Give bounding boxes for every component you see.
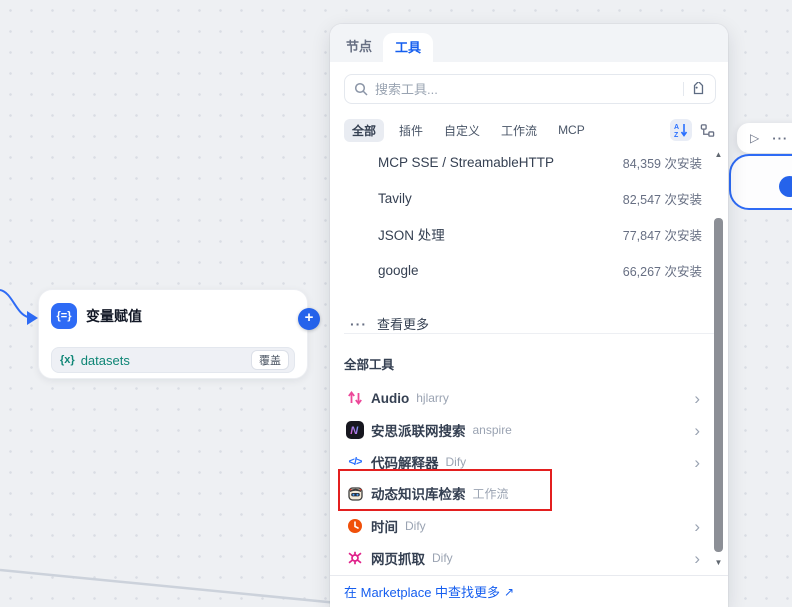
tool-item-code-interpreter[interactable]: </> 代码解释器 Dify › — [330, 448, 710, 476]
variable-name: datasets — [81, 353, 245, 368]
workflow-canvas[interactable]: {=} 变量赋值 + {x} datasets 覆盖 ▷ ··· 节点 工具 — [0, 0, 792, 607]
filter-mcp[interactable]: MCP — [556, 120, 587, 140]
trending-item[interactable]: google 66,267 次安装 — [330, 258, 702, 282]
chevron-right-icon: › — [694, 454, 700, 471]
filter-workflow[interactable]: 工作流 — [499, 119, 539, 142]
show-more-label: 查看更多 — [377, 314, 429, 333]
more-icon[interactable]: ··· — [772, 131, 788, 146]
panel-footer: 在 Marketplace 中查找更多 ↗ — [330, 575, 728, 607]
chevron-right-icon: › — [694, 550, 700, 567]
filter-row: 全部 插件 自定义 工作流 MCP A Z — [344, 118, 718, 142]
tool-item-time[interactable]: 时间 Dify › — [330, 512, 710, 540]
ellipsis-icon: ··· — [350, 316, 367, 332]
trending-name: JSON 处理 — [378, 224, 623, 244]
trending-name: Tavily — [378, 191, 623, 206]
tool-item-anspire[interactable]: N 安思派联网搜索 anspire › — [330, 416, 710, 444]
search-icon — [354, 82, 368, 96]
node-title: 变量赋值 — [86, 306, 142, 326]
filter-custom[interactable]: 自定义 — [442, 119, 482, 142]
tool-name: 网页抓取 — [371, 548, 425, 568]
trending-item[interactable]: JSON 处理 77,847 次安装 — [330, 222, 702, 246]
tab-nodes[interactable]: 节点 — [346, 36, 372, 55]
scrollbar[interactable]: ▲ ▼ — [712, 150, 725, 600]
chevron-right-icon: › — [694, 518, 700, 535]
node-variable-row[interactable]: {x} datasets 覆盖 — [51, 347, 295, 373]
tree-view-icon[interactable] — [696, 119, 718, 141]
tool-item-web-scraper[interactable]: 网页抓取 Dify › — [330, 544, 710, 572]
tool-author: anspire — [473, 423, 512, 437]
tool-name: 安思派联网搜索 — [371, 420, 466, 440]
filter-all[interactable]: 全部 — [344, 119, 384, 142]
filter-plugins[interactable]: 插件 — [397, 119, 425, 142]
overwrite-badge: 覆盖 — [251, 350, 289, 370]
svg-text:A: A — [674, 124, 679, 131]
install-count: 82,547 次安装 — [623, 189, 702, 208]
clock-icon — [346, 517, 364, 535]
search-input[interactable] — [375, 82, 676, 97]
tools-panel: 节点 工具 全部 插件 自定义 工作流 MCP — [330, 24, 728, 607]
show-more-button[interactable]: ··· 查看更多 — [350, 314, 429, 333]
spider-icon — [346, 549, 364, 567]
tab-tools[interactable]: 工具 — [383, 33, 433, 62]
tag-filter-icon[interactable] — [691, 82, 706, 97]
variable-assigner-icon: {=} — [51, 303, 77, 329]
svg-text:Z: Z — [674, 132, 679, 138]
code-icon: </> — [346, 453, 364, 471]
anspire-icon: N — [346, 421, 364, 439]
divider — [683, 82, 684, 96]
marketplace-link[interactable]: 在 Marketplace 中查找更多 — [344, 582, 500, 601]
chevron-right-icon: › — [694, 422, 700, 439]
section-title: 全部工具 — [344, 354, 394, 373]
variable-assigner-node[interactable]: {=} 变量赋值 + {x} datasets 覆盖 — [38, 289, 308, 379]
external-link-icon: ↗ — [504, 585, 514, 599]
tool-item-audio[interactable]: Audio hjlarry › — [330, 384, 710, 412]
add-node-button[interactable]: + — [298, 308, 320, 330]
audio-icon — [346, 389, 364, 407]
tool-author: Dify — [405, 519, 426, 533]
variable-icon: {x} — [60, 354, 75, 366]
svg-text:N: N — [350, 425, 359, 437]
play-icon[interactable]: ▷ — [750, 131, 759, 145]
install-count: 77,847 次安装 — [623, 225, 702, 244]
tool-author: Dify — [446, 455, 467, 469]
scroll-up-arrow[interactable]: ▲ — [712, 150, 725, 159]
panel-tab-bar: 节点 工具 — [330, 24, 728, 62]
divider — [344, 333, 714, 334]
search-box[interactable] — [344, 74, 716, 104]
tool-author: hjlarry — [416, 391, 449, 405]
trending-item[interactable]: MCP SSE / StreamableHTTP 84,359 次安装 — [330, 150, 702, 174]
tool-name: 动态知识库检索 — [371, 483, 466, 503]
scrollbar-thumb[interactable] — [714, 218, 723, 552]
install-count: 66,267 次安装 — [623, 261, 702, 280]
trending-item[interactable]: Tavily 82,547 次安装 — [330, 186, 702, 210]
tool-author: 工作流 — [473, 485, 509, 502]
tool-name: 代码解释器 — [371, 452, 439, 472]
tool-name: 时间 — [371, 516, 398, 536]
trending-name: google — [378, 263, 623, 278]
tool-name: Audio — [371, 391, 409, 406]
tool-item-dynamic-kb-retrieval[interactable]: 动态知识库检索 工作流 — [330, 479, 710, 507]
robot-icon — [346, 484, 364, 502]
tool-author: Dify — [432, 551, 453, 565]
trending-name: MCP SSE / StreamableHTTP — [378, 155, 623, 170]
node-floating-toolbar: ▷ ··· — [737, 123, 792, 153]
install-count: 84,359 次安装 — [623, 153, 702, 172]
chevron-right-icon: › — [694, 390, 700, 407]
scroll-down-arrow[interactable]: ▼ — [712, 558, 725, 567]
sort-az-icon[interactable]: A Z — [670, 119, 692, 141]
